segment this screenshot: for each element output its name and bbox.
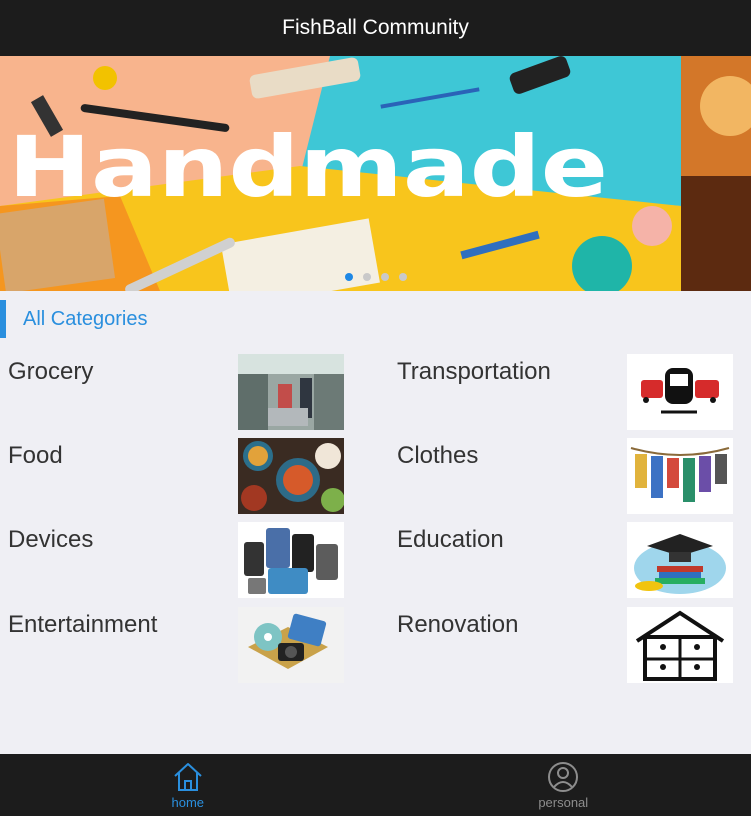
user-icon bbox=[548, 761, 579, 792]
tab-home[interactable]: home bbox=[0, 754, 376, 816]
home-icon bbox=[174, 762, 202, 791]
app-header: FishBall Community bbox=[0, 0, 751, 56]
tab-home-label: home bbox=[171, 794, 205, 810]
education-image[interactable] bbox=[627, 522, 733, 598]
banner-image: Handmade bbox=[0, 56, 751, 291]
banner-text: Handmade bbox=[8, 118, 608, 216]
carousel-dot-1[interactable] bbox=[344, 273, 353, 281]
category-label: Transportation bbox=[397, 358, 551, 385]
devices-image[interactable] bbox=[238, 522, 344, 598]
renovation-image[interactable] bbox=[627, 607, 733, 683]
banner-carousel[interactable]: Handmade bbox=[0, 56, 751, 291]
tab-personal[interactable]: personal bbox=[376, 754, 751, 816]
carousel-dot-3[interactable] bbox=[380, 273, 389, 281]
section-title: All Categories bbox=[23, 307, 148, 330]
carousel-dot-4[interactable] bbox=[398, 273, 407, 281]
category-label: Grocery bbox=[8, 358, 94, 385]
category-label: Devices bbox=[8, 526, 94, 553]
category-label: Renovation bbox=[397, 611, 519, 638]
category-label: Education bbox=[397, 526, 504, 553]
grocery-image[interactable] bbox=[238, 354, 344, 430]
category-label: Entertainment bbox=[8, 611, 158, 638]
bottom-tab-bar: home personal bbox=[0, 754, 751, 816]
category-label: Food bbox=[8, 442, 63, 469]
section-heading: All Categories bbox=[0, 300, 751, 338]
category-renovation[interactable]: Renovation bbox=[389, 607, 740, 683]
transportation-image[interactable] bbox=[627, 354, 733, 430]
category-food[interactable]: Food bbox=[0, 438, 351, 514]
category-clothes[interactable]: Clothes bbox=[389, 438, 740, 514]
carousel-indicator[interactable] bbox=[0, 273, 751, 281]
category-devices[interactable]: Devices bbox=[0, 522, 351, 598]
category-grocery[interactable]: Grocery bbox=[0, 354, 351, 430]
category-label: Clothes bbox=[397, 442, 479, 469]
category-transportation[interactable]: Transportation bbox=[389, 354, 740, 430]
category-education[interactable]: Education bbox=[389, 522, 740, 598]
entertainment-image[interactable] bbox=[238, 607, 344, 683]
tab-personal-label: personal bbox=[538, 794, 589, 810]
food-image[interactable] bbox=[238, 438, 344, 514]
category-entertainment[interactable]: Entertainment bbox=[0, 607, 351, 683]
page-title: FishBall Community bbox=[282, 16, 469, 39]
clothes-image[interactable] bbox=[627, 438, 733, 514]
carousel-dot-2[interactable] bbox=[362, 273, 371, 281]
